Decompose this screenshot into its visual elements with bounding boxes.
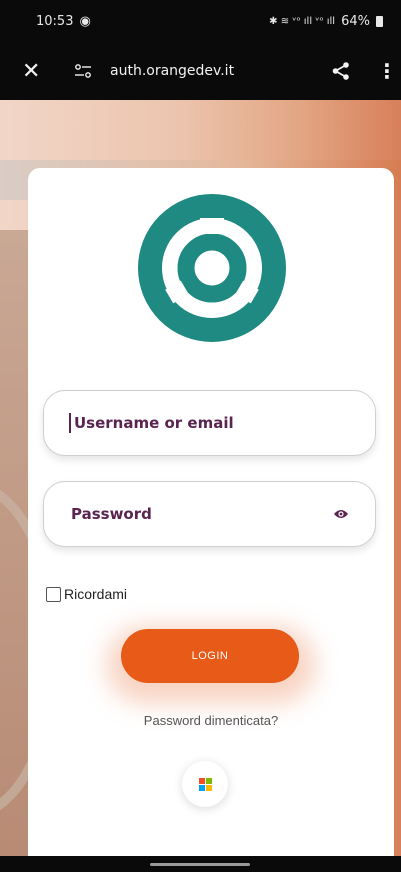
tune-icon[interactable] [74,64,100,78]
microsoft-logo-icon [198,777,212,791]
password-input[interactable] [69,504,333,524]
close-icon[interactable]: ✕ [22,59,52,84]
password-field[interactable] [43,481,376,547]
notification-icon: ◉ [79,13,91,29]
username-input[interactable] [72,413,349,433]
username-field[interactable] [43,390,376,456]
more-vertical-icon[interactable]: ⋮ [377,59,397,83]
status-time: 10:53 [36,13,74,29]
brand-logo-icon [138,194,286,342]
remember-label: Ricordami [64,586,128,602]
home-indicator[interactable] [150,863,250,866]
login-card: Ricordami LOGIN Password dimenticata? [28,168,394,856]
gesture-bar [0,856,401,872]
status-bar: 10:53 ◉ ✱ ≋ ᵛᵒ ıll ᵛᵒ ıll 64% [0,0,401,42]
forgot-password-link[interactable]: Password dimenticata? [28,713,394,728]
remember-checkbox[interactable] [46,586,61,602]
battery-level: 64% [341,13,370,29]
remember-me[interactable]: Ricordami [46,586,127,602]
eye-icon[interactable] [333,508,349,520]
url-text[interactable]: auth.orangedev.it [110,63,331,79]
browser-toolbar: ✕ auth.orangedev.it ⋮ [0,42,401,100]
status-indicators: ✱ ≋ ᵛᵒ ıll ᵛᵒ ıll [269,15,336,27]
microsoft-login-button[interactable] [182,761,228,807]
text-caret [69,413,71,433]
login-button[interactable]: LOGIN [121,629,299,683]
share-icon[interactable] [331,61,357,81]
battery-icon [376,15,383,27]
